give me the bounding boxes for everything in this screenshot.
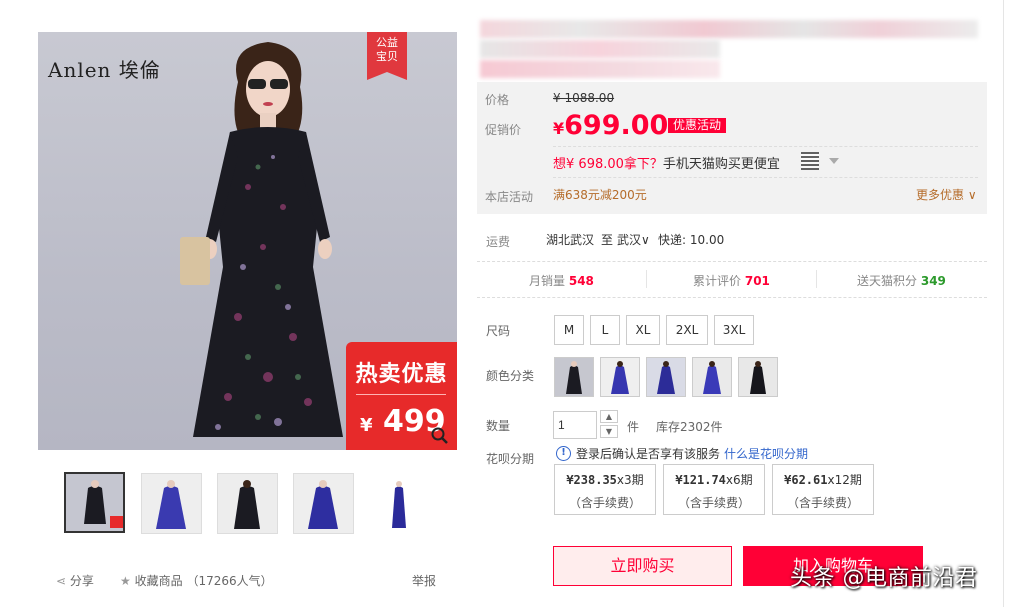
promo-price-label: 促销价: [485, 123, 522, 137]
qr-code-icon[interactable]: [801, 152, 819, 170]
installment-option-3[interactable]: ¥238.35x3期 （含手续费）: [554, 464, 656, 515]
color-option-blue-1[interactable]: [600, 357, 640, 397]
thumbnail-4[interactable]: [293, 473, 354, 534]
color-option-blue-2[interactable]: [646, 357, 686, 397]
shipping-destination-select[interactable]: 武汉∨: [617, 231, 650, 248]
shipping-fee: 快递: 10.00: [658, 233, 725, 247]
favorite-label: 收藏商品: [134, 574, 183, 588]
price-divider: [553, 146, 978, 147]
zoom-icon[interactable]: [430, 426, 450, 446]
size-option-m[interactable]: M: [554, 315, 584, 345]
stats-separator: [816, 270, 817, 288]
shop-activity-text: 满638元减200元: [553, 188, 647, 202]
shipping-label: 运费: [486, 235, 511, 249]
size-option-xl[interactable]: XL: [626, 315, 660, 345]
more-promo-link[interactable]: 更多优惠 ∨: [916, 186, 977, 203]
thumbnail-1[interactable]: [64, 472, 125, 533]
price-divider-2: [553, 177, 978, 178]
quantity-input[interactable]: 1: [553, 411, 597, 439]
size-label: 尺码: [486, 324, 511, 338]
hot-sale-divider: [356, 394, 446, 395]
huabei-help-link[interactable]: 什么是花呗分期: [724, 445, 808, 462]
popularity-count: （17266人气）: [186, 574, 273, 588]
buy-now-button[interactable]: 立即购买: [553, 546, 732, 586]
color-label: 颜色分类: [486, 369, 535, 383]
price-label: 价格: [485, 93, 510, 107]
stats-separator: [646, 270, 647, 288]
tmall-app-offer[interactable]: 想¥ 698.00拿下？手机天猫购买更便宜: [553, 153, 780, 172]
shipping-to-prefix: 至: [601, 233, 614, 247]
shipping-from: 湖北武汉: [546, 233, 595, 247]
report-link[interactable]: 举报: [412, 572, 436, 589]
stats-bottom-divider: [477, 297, 987, 298]
chevron-down-icon: ∨: [641, 233, 650, 247]
size-option-3xl[interactable]: 3XL: [714, 315, 754, 345]
charity-badge-line1: 公益: [376, 36, 398, 49]
color-option-black[interactable]: [738, 357, 778, 397]
favorite-link[interactable]: ★ 收藏商品 （17266人气）: [120, 572, 273, 589]
share-icon: ⋖: [56, 574, 67, 588]
product-title-blurred: [480, 18, 980, 78]
color-option-black-floral[interactable]: [554, 357, 594, 397]
brand-logo: Anlen 埃倫: [48, 58, 161, 82]
quantity-increase-button[interactable]: ▲: [600, 410, 618, 423]
color-option-blue-3[interactable]: [692, 357, 732, 397]
installment-option-12[interactable]: ¥62.61x12期 （含手续费）: [772, 464, 874, 515]
shop-activity-label: 本店活动: [485, 190, 534, 204]
main-product-image[interactable]: Anlen 埃倫 公益 宝贝 热卖优惠 ¥ 499: [38, 32, 457, 450]
charity-badge-line2: 宝贝: [376, 50, 398, 63]
chevron-down-icon[interactable]: [829, 158, 839, 164]
watermark: 头条 @电商前沿君: [790, 566, 978, 591]
chevron-down-icon: ∨: [964, 188, 977, 202]
quantity-unit: 件: [627, 420, 640, 434]
promo-price: ¥699.00: [553, 110, 669, 141]
stock-count: 库存2302件: [656, 420, 723, 434]
thumbnail-2[interactable]: [141, 473, 202, 534]
quantity-label: 数量: [486, 419, 511, 433]
charity-badge: 公益 宝贝: [367, 32, 407, 80]
size-option-2xl[interactable]: 2XL: [666, 315, 708, 345]
installment-option-6[interactable]: ¥121.74x6期 （含手续费）: [663, 464, 765, 515]
size-option-l[interactable]: L: [590, 315, 620, 345]
hot-sale-title: 热卖优惠: [355, 362, 448, 387]
quantity-decrease-button[interactable]: ▼: [600, 425, 618, 438]
monthly-sales: 月销量 548: [529, 274, 594, 288]
info-icon: !: [556, 446, 571, 461]
share-label: 分享: [69, 574, 94, 588]
huabei-label: 花呗分期: [486, 452, 535, 466]
thumbnail-5[interactable]: [369, 473, 430, 534]
tmall-points: 送天猫积分 349: [857, 274, 946, 288]
huabei-info-text: 登录后确认是否享有该服务: [576, 447, 721, 461]
total-reviews[interactable]: 累计评价 701: [693, 272, 770, 289]
original-price: ¥ 1088.00: [553, 91, 615, 105]
stats-top-divider: [477, 261, 987, 262]
thumbnail-3[interactable]: [217, 473, 278, 534]
share-link[interactable]: ⋖ 分享: [56, 572, 94, 589]
page-edge-line: [1003, 0, 1004, 607]
star-icon: ★: [120, 574, 131, 588]
promo-activity-badge[interactable]: 优惠活动: [668, 118, 727, 133]
model-figure: [180, 42, 343, 437]
